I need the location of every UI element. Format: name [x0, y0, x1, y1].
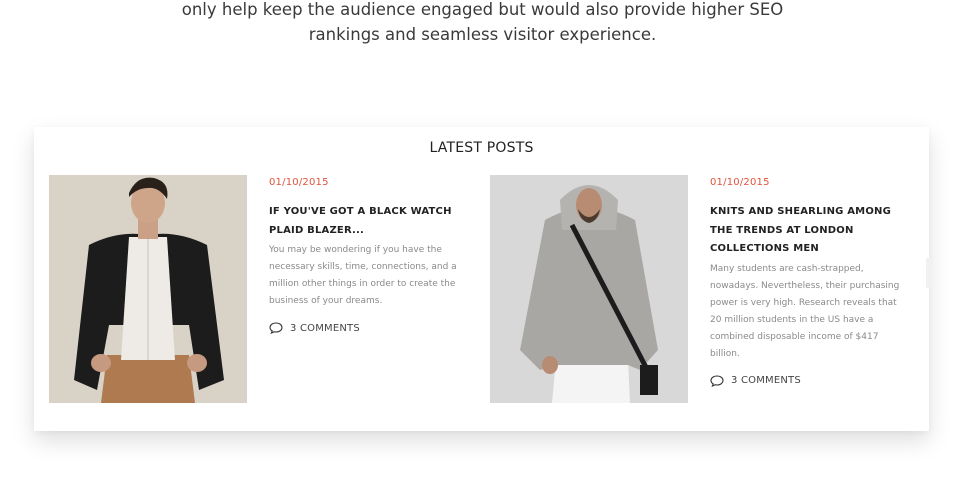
post-body: 01/10/2015 IF YOU'VE GOT A BLACK WATCH P… [269, 175, 469, 334]
intro-line: rankings and seamless visitor experience… [308, 24, 657, 44]
comment-icon [269, 322, 283, 334]
post-body: 01/10/2015 KNITS AND SHEARLING AMONG THE… [710, 175, 910, 387]
carousel-scroll-handle[interactable] [926, 258, 932, 288]
post-date: 01/10/2015 [269, 177, 329, 188]
man-in-black-blazer-photo [49, 175, 247, 403]
post-date: 01/10/2015 [710, 177, 770, 188]
post-image[interactable] [49, 175, 247, 403]
comments-count: 3 COMMENTS [731, 375, 801, 386]
man-in-grey-hoodie-photo [490, 175, 688, 403]
post-comments-link[interactable]: 3 COMMENTS [710, 374, 910, 387]
post-image[interactable] [490, 175, 688, 403]
intro-text: only help keep the audience engaged but … [0, 0, 965, 47]
post-title-link[interactable]: KNITS AND SHEARLING AMONG THE TRENDS AT … [710, 203, 905, 259]
intro-line: only help keep the audience engaged but … [181, 0, 784, 19]
post-excerpt: You may be wondering if you have the nec… [269, 245, 457, 306]
post-comments-link[interactable]: 3 COMMENTS [269, 322, 469, 334]
post-excerpt: Many students are cash-strapped, nowaday… [710, 263, 900, 359]
comments-count: 3 COMMENTS [290, 322, 360, 334]
comment-icon [710, 374, 724, 387]
latest-posts-section: LATEST POSTS 01/10/2015 IF YOU'VE GOT A … [34, 127, 929, 431]
post-title-link[interactable]: IF YOU'VE GOT A BLACK WATCH PLAID BLAZER… [269, 203, 469, 240]
section-title: LATEST POSTS [429, 140, 534, 156]
